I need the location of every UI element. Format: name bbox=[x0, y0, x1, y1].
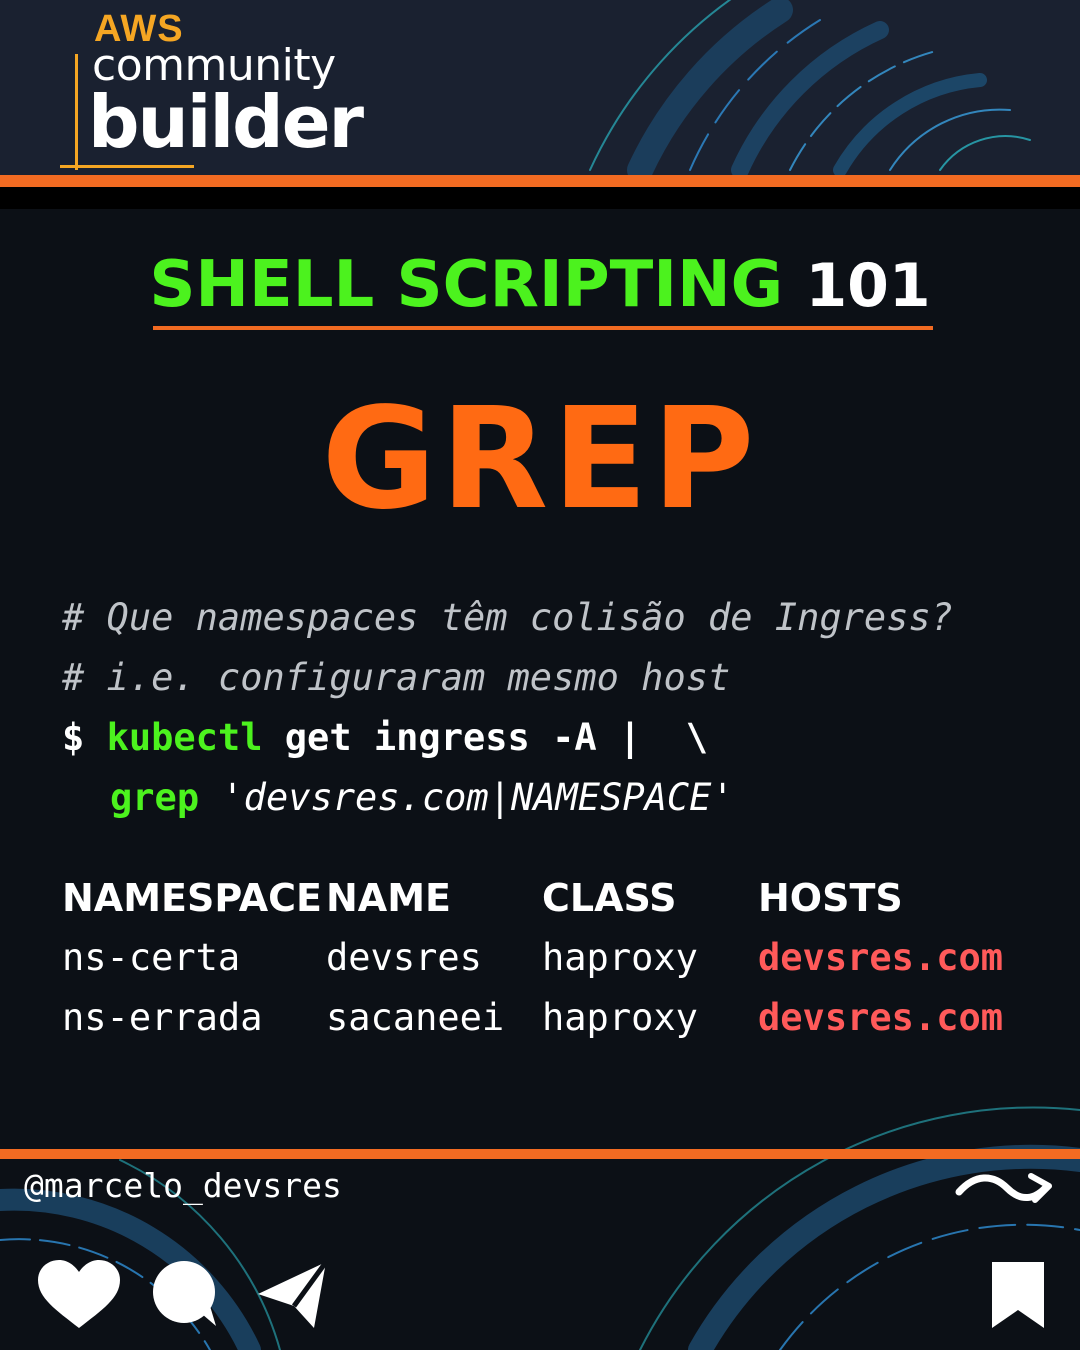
top-black-divider bbox=[0, 187, 1080, 209]
title-underline bbox=[153, 326, 933, 330]
logo-underline bbox=[60, 165, 194, 168]
table-cell: ns-certa bbox=[62, 936, 241, 979]
aws-community-builder-logo: AWS community builder bbox=[60, 8, 364, 174]
heart-icon[interactable] bbox=[36, 1258, 122, 1330]
table-cell-host: devsres.com bbox=[758, 996, 1004, 1039]
table-cell: sacaneei bbox=[326, 996, 505, 1039]
logo-accent-line bbox=[75, 54, 78, 170]
send-icon[interactable] bbox=[256, 1260, 328, 1330]
table-cell: haproxy bbox=[542, 936, 698, 979]
code-pattern: 'devsres.com|NAMESPACE' bbox=[221, 776, 734, 819]
table-cell-host: devsres.com bbox=[758, 936, 1004, 979]
code-prompt: $ bbox=[62, 716, 85, 759]
code-grep-line: grep 'devsres.com|NAMESPACE' bbox=[110, 776, 734, 819]
top-orange-divider bbox=[0, 175, 1080, 187]
post-canvas: AWS community builder SHELL SCRIPTING 10… bbox=[0, 0, 1080, 1350]
table-cell: ns-errada bbox=[62, 996, 263, 1039]
code-args: get ingress -A | \ bbox=[284, 716, 709, 759]
table-header-hosts: HOSTS bbox=[758, 876, 903, 920]
logo-builder-text: builder bbox=[88, 80, 364, 164]
bottom-orange-divider bbox=[0, 1149, 1080, 1159]
code-comment-2: # i.e. configuraram mesmo host bbox=[62, 656, 731, 699]
code-grep: grep bbox=[110, 776, 200, 819]
title-scripting: SCRIPTING bbox=[396, 248, 784, 322]
bookmark-icon[interactable] bbox=[990, 1260, 1046, 1330]
code-kubectl: kubectl bbox=[106, 716, 263, 759]
code-comment-1: # Que namespaces têm colisão de Ingress? bbox=[62, 596, 954, 639]
table-cell: devsres bbox=[326, 936, 482, 979]
title-shell: SHELL bbox=[149, 248, 375, 322]
author-handle: @marcelo_devsres bbox=[24, 1166, 342, 1205]
headline-grep: GREP bbox=[321, 378, 759, 541]
table-cell: haproxy bbox=[542, 996, 698, 1039]
arrow-icon[interactable] bbox=[955, 1166, 1055, 1212]
title-101: 101 bbox=[805, 251, 931, 321]
series-title: SHELL SCRIPTING 101 bbox=[0, 248, 1080, 322]
table-header-name: NAME bbox=[326, 876, 451, 920]
code-command-line: $ kubectl get ingress -A | \ bbox=[62, 716, 708, 759]
table-header-class: CLASS bbox=[542, 876, 677, 920]
table-header-namespace: NAMESPACE bbox=[62, 876, 322, 920]
comment-icon[interactable] bbox=[150, 1258, 220, 1330]
